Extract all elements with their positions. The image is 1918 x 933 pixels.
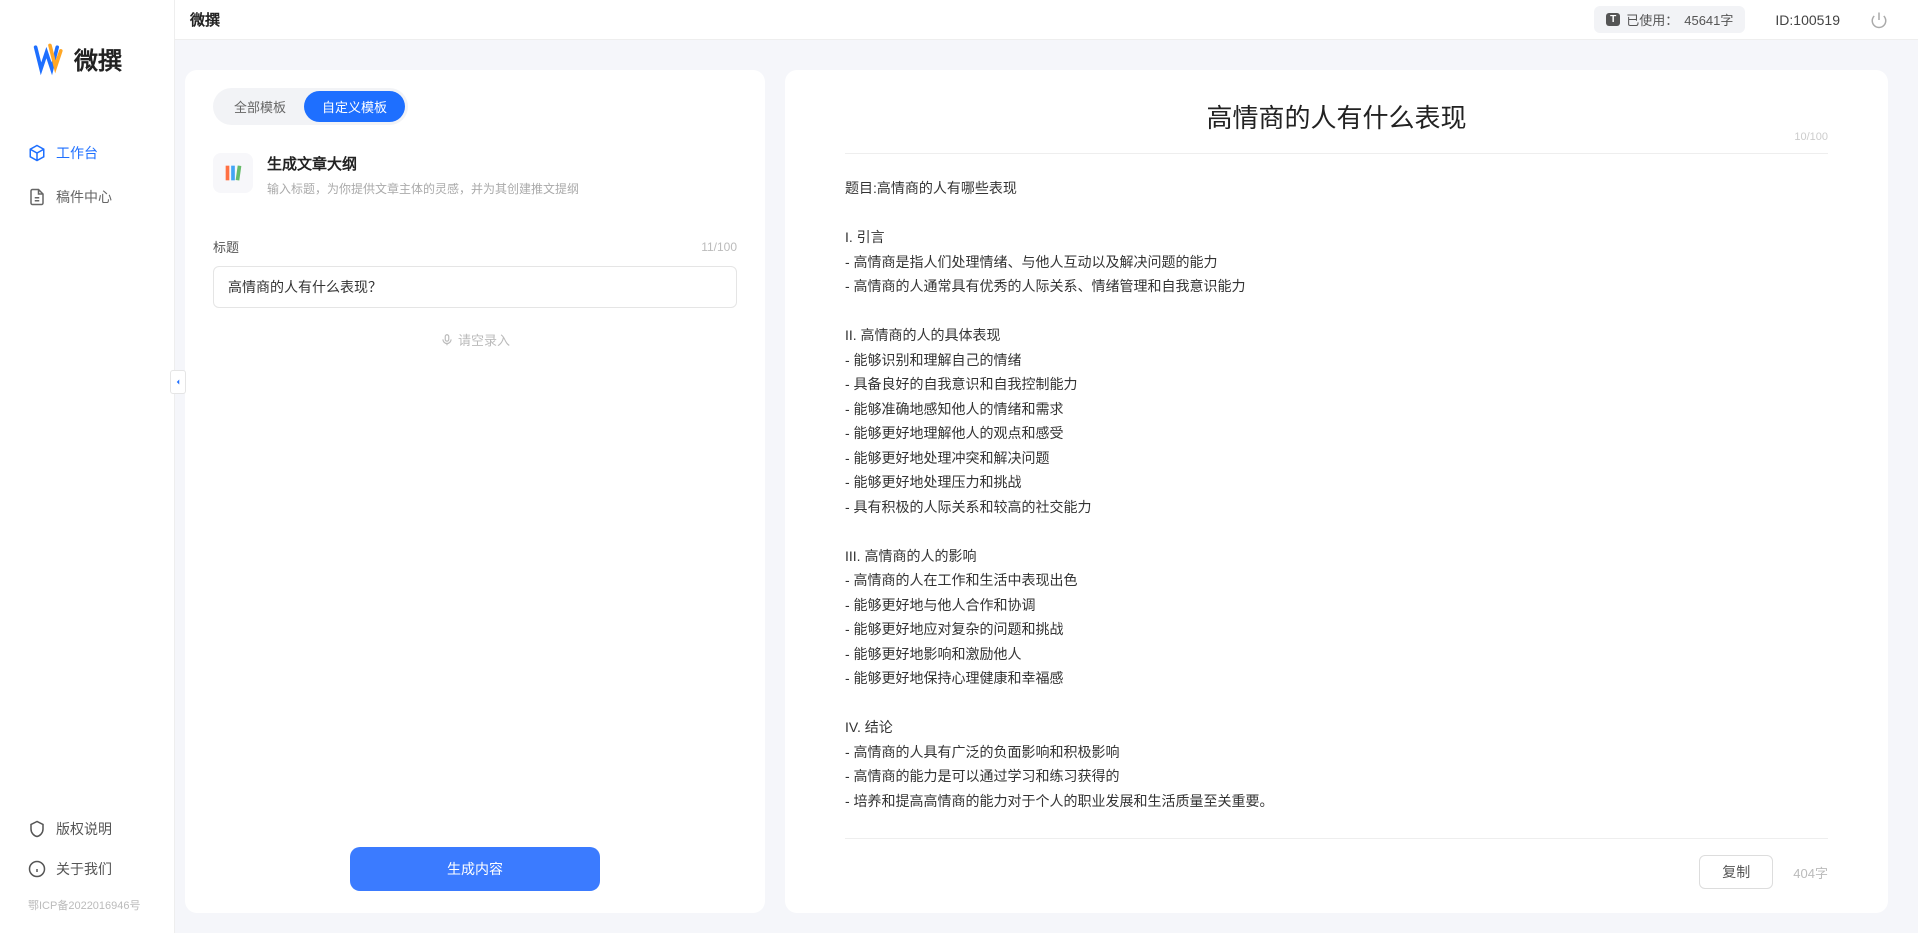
books-icon bbox=[222, 162, 244, 184]
output-panel: 高情商的人有什么表现 10/100 题目:高情商的人有哪些表现 I. 引言 - … bbox=[785, 70, 1888, 913]
sidebar-about-link[interactable]: 关于我们 bbox=[0, 849, 174, 889]
content-area: 全部模板 自定义模板 生成文章大纲 输入标题，为你提供文章主体的灵感，并为其创建… bbox=[175, 40, 1918, 933]
output-word-count: 404字 bbox=[1793, 863, 1828, 882]
template-title: 生成文章大纲 bbox=[267, 153, 579, 174]
main-area: 微撰 T 已使用： 45641字 ID:100519 全部模板 自定义模板 bbox=[175, 0, 1918, 933]
sidebar-item-label: 稿件中心 bbox=[56, 187, 112, 207]
chevron-left-icon bbox=[173, 377, 183, 387]
copy-button[interactable]: 复制 bbox=[1699, 855, 1773, 889]
template-tabs: 全部模板 自定义模板 bbox=[213, 88, 408, 125]
voice-input-hint[interactable]: 请空录入 bbox=[213, 330, 737, 349]
user-id: ID:100519 bbox=[1775, 12, 1840, 28]
title-char-count: 11/100 bbox=[701, 240, 737, 254]
sidebar-item-label: 版权说明 bbox=[56, 819, 112, 839]
usage-badge: T 已使用： 45641字 bbox=[1594, 6, 1745, 33]
sidebar-nav: 工作台 稿件中心 bbox=[0, 131, 174, 219]
usage-value: 45641字 bbox=[1684, 10, 1733, 29]
generate-button[interactable]: 生成内容 bbox=[350, 847, 600, 891]
document-icon bbox=[28, 188, 46, 206]
template-icon bbox=[213, 153, 253, 193]
power-icon[interactable] bbox=[1870, 11, 1888, 29]
sidebar-item-workspace[interactable]: 工作台 bbox=[0, 131, 174, 175]
page-title: 微撰 bbox=[190, 9, 220, 30]
text-chip-icon: T bbox=[1606, 13, 1620, 26]
output-title-row: 高情商的人有什么表现 10/100 bbox=[845, 98, 1828, 154]
sidebar-item-label: 关于我们 bbox=[56, 859, 112, 879]
title-form: 标题 11/100 请空录入 bbox=[213, 237, 737, 349]
cube-icon bbox=[28, 144, 46, 162]
title-input[interactable] bbox=[213, 266, 737, 308]
sidebar-collapse-handle[interactable] bbox=[170, 370, 186, 394]
template-info: 生成文章大纲 输入标题，为你提供文章主体的灵感，并为其创建推文提纲 bbox=[267, 153, 579, 197]
brand-name: 微撰 bbox=[74, 41, 122, 76]
shield-icon bbox=[28, 820, 46, 838]
template-desc: 输入标题，为你提供文章主体的灵感，并为其创建推文提纲 bbox=[267, 180, 579, 197]
info-icon bbox=[28, 860, 46, 878]
sidebar-copyright-link[interactable]: 版权说明 bbox=[0, 809, 174, 849]
topbar-right: T 已使用： 45641字 ID:100519 bbox=[1594, 6, 1888, 33]
topbar: 微撰 T 已使用： 45641字 ID:100519 bbox=[175, 0, 1918, 40]
sidebar-item-label: 工作台 bbox=[56, 143, 98, 163]
sidebar: 微撰 工作台 稿件中心 版权说明 关于我们 鄂ICP备2022016946号 bbox=[0, 0, 175, 933]
voice-hint-text: 请空录入 bbox=[458, 330, 510, 349]
template-card: 生成文章大纲 输入标题，为你提供文章主体的灵感，并为其创建推文提纲 bbox=[213, 153, 737, 197]
input-panel: 全部模板 自定义模板 生成文章大纲 输入标题，为你提供文章主体的灵感，并为其创建… bbox=[185, 70, 765, 913]
output-title-count: 10/100 bbox=[1794, 131, 1828, 143]
output-body[interactable]: 题目:高情商的人有哪些表现 I. 引言 - 高情商是指人们处理情绪、与他人互动以… bbox=[845, 176, 1828, 838]
logo: 微撰 bbox=[0, 0, 174, 76]
sidebar-item-drafts[interactable]: 稿件中心 bbox=[0, 175, 174, 219]
tab-custom-templates[interactable]: 自定义模板 bbox=[304, 91, 405, 122]
brand-icon bbox=[32, 40, 68, 76]
icp-text: 鄂ICP备2022016946号 bbox=[0, 889, 174, 921]
output-title: 高情商的人有什么表现 bbox=[1206, 98, 1466, 135]
mic-icon bbox=[440, 333, 454, 347]
usage-prefix: 已使用： bbox=[1626, 10, 1678, 29]
title-label: 标题 bbox=[213, 237, 239, 256]
sidebar-footer: 版权说明 关于我们 鄂ICP备2022016946号 bbox=[0, 809, 174, 933]
output-footer: 复制 404字 bbox=[845, 838, 1828, 889]
tab-all-templates[interactable]: 全部模板 bbox=[216, 91, 304, 122]
